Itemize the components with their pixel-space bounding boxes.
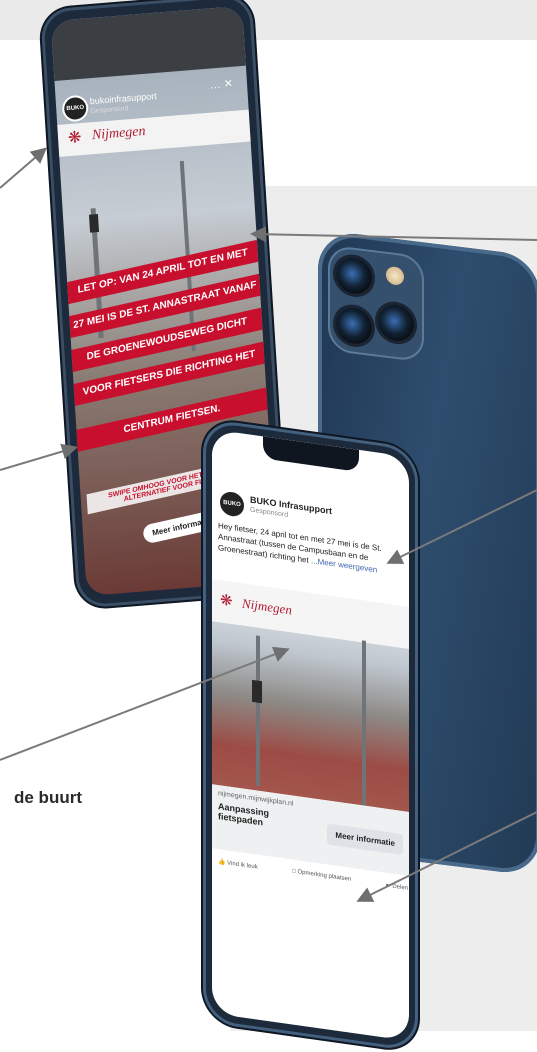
arrow-to-story-text — [0, 443, 78, 471]
arrow-to-story-banner — [250, 226, 537, 243]
arrow-to-account — [0, 147, 48, 189]
arrow-to-post-text — [386, 489, 537, 564]
arrow-to-cta — [356, 811, 537, 902]
arrow-to-ad-image — [0, 646, 290, 761]
callout-arrows — [0, 147, 537, 902]
caption-text: de buurt — [14, 788, 82, 807]
